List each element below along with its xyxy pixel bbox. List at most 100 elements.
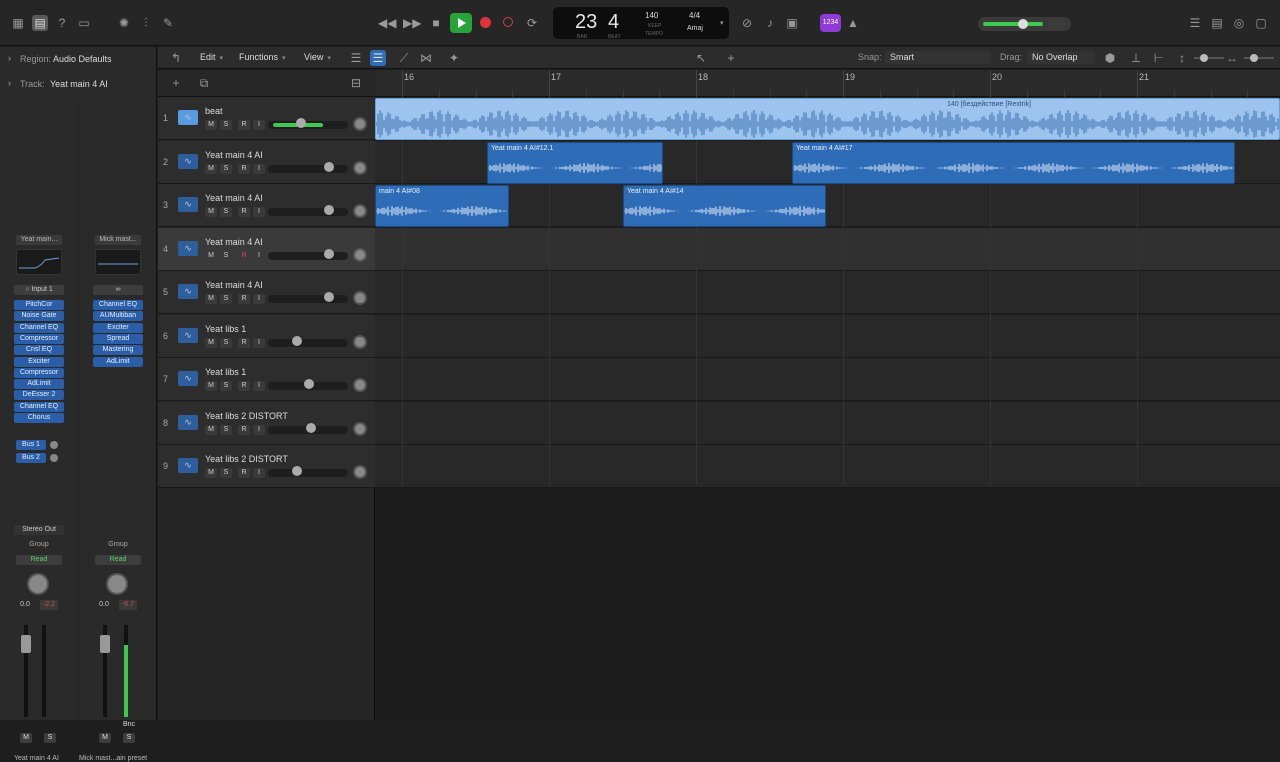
- arrange-area[interactable]: ↖ 140 [бездействие [Rextrik]Yeat main 4 …: [375, 97, 1280, 720]
- solo-button[interactable]: S: [220, 294, 232, 304]
- list-view-icon[interactable]: ☰: [348, 50, 364, 66]
- volume-fader[interactable]: [100, 635, 110, 653]
- mute-button[interactable]: M: [99, 733, 111, 743]
- waveform-icon[interactable]: ∿: [178, 414, 198, 430]
- pan-knob[interactable]: [27, 573, 49, 595]
- waveform-zoom-icon[interactable]: ⬢: [1102, 50, 1118, 66]
- audio-region[interactable]: Yeat main 4 AI#12.1: [487, 141, 663, 184]
- track-pan-knob[interactable]: [353, 247, 367, 262]
- track-header[interactable]: 9 ∿ Yeat libs 2 DISTORT M S R I: [158, 445, 375, 488]
- record-enable-button[interactable]: R: [238, 468, 250, 478]
- track-volume-slider[interactable]: [268, 251, 348, 260]
- track-volume-slider[interactable]: [268, 164, 348, 173]
- track-pan-knob[interactable]: [353, 160, 367, 175]
- track-lane[interactable]: [375, 184, 1280, 227]
- waveform-icon[interactable]: ∿: [178, 197, 198, 212]
- solo-button[interactable]: S: [220, 468, 232, 478]
- track-volume-knob[interactable]: [292, 466, 302, 476]
- waveform-icon[interactable]: ∿: [178, 240, 198, 256]
- duplicate-track-icon[interactable]: ⧉: [196, 75, 212, 91]
- track-name[interactable]: Yeat main 4 AI: [205, 150, 263, 160]
- link-slot[interactable]: ∞: [93, 285, 143, 295]
- input-monitor-button[interactable]: I: [253, 381, 265, 391]
- replace-record-icon[interactable]: [500, 15, 516, 31]
- lcd-menu-chevron-icon[interactable]: ▾: [720, 19, 724, 27]
- edit-menu[interactable]: Edit ▾: [200, 52, 223, 62]
- track-header[interactable]: 7 ∿ Yeat libs 1 MSRI: [158, 358, 375, 401]
- record-enable-button[interactable]: R: [238, 250, 250, 261]
- track-name[interactable]: Yeat libs 1: [205, 324, 246, 334]
- track-inspector-row[interactable]: › Track: Yeat main 4 AI: [0, 72, 157, 96]
- mute-button[interactable]: M: [205, 337, 217, 348]
- track-pan-knob[interactable]: [353, 465, 367, 479]
- audio-region[interactable]: main 4 AI#08: [375, 185, 509, 227]
- input-monitor-button[interactable]: I: [253, 163, 265, 174]
- global-tracks-icon[interactable]: ⊟: [348, 75, 364, 91]
- rewind-icon[interactable]: ◀◀: [378, 15, 396, 31]
- plugin-slot[interactable]: Compressor: [14, 333, 64, 344]
- track-pan-knob[interactable]: [353, 421, 367, 436]
- flex-view-icon[interactable]: ☰: [370, 50, 386, 66]
- record-enable-button[interactable]: R: [238, 294, 250, 304]
- group-slot[interactable]: Group: [95, 541, 141, 548]
- stop-icon[interactable]: ■: [428, 15, 444, 31]
- track-header[interactable]: 3 ∿ Yeat main 4 AI M S R I: [158, 184, 375, 227]
- input-monitor-button[interactable]: I: [253, 468, 265, 478]
- solo-icon[interactable]: ▣: [784, 15, 800, 31]
- track-pan-knob[interactable]: [353, 334, 367, 349]
- editors-icon[interactable]: ✎: [160, 15, 176, 31]
- track-lane[interactable]: [375, 271, 1280, 314]
- region-inspector-row[interactable]: › Region: Audio Defaults: [0, 47, 157, 71]
- track-lane[interactable]: [375, 227, 1280, 271]
- track-volume-knob[interactable]: [324, 248, 334, 259]
- horizontal-zoom-icon[interactable]: ↔: [1224, 50, 1240, 66]
- lcd-display[interactable]: 23 4 BAR BEAT 140 KEEP TEMPO 4/4 Amaj ▾: [553, 7, 729, 40]
- track-volume-slider[interactable]: [268, 295, 348, 303]
- strip-name[interactable]: Yeat main...: [16, 235, 62, 245]
- track-volume-slider[interactable]: [268, 121, 348, 129]
- input-monitor-button[interactable]: I: [253, 294, 265, 304]
- waveform-icon[interactable]: ∿: [178, 327, 198, 343]
- solo-button[interactable]: S: [123, 733, 135, 743]
- track-name[interactable]: Yeat main 4 AI: [205, 237, 263, 247]
- mute-button[interactable]: M: [205, 468, 217, 478]
- input-monitor-button[interactable]: I: [253, 207, 265, 217]
- mute-button[interactable]: M: [205, 424, 217, 435]
- plugin-slot[interactable]: Channel EQ: [14, 322, 64, 333]
- track-volume-knob[interactable]: [306, 422, 317, 433]
- track-pan-knob[interactable]: [353, 204, 367, 218]
- automation-mode[interactable]: Read: [95, 555, 141, 565]
- eq-thumbnail[interactable]: [16, 249, 62, 275]
- volume-fader[interactable]: [21, 635, 31, 653]
- automation-icon[interactable]: ⟋: [396, 50, 412, 66]
- waveform-icon[interactable]: ∿: [178, 110, 198, 125]
- pan-knob[interactable]: [106, 573, 128, 595]
- track-header[interactable]: 5 ∿ Yeat main 4 AI M S R I: [158, 271, 375, 314]
- master-volume-knob[interactable]: [1018, 19, 1028, 29]
- input-slot[interactable]: ○ Input 1: [14, 285, 64, 295]
- library-icon[interactable]: ▦: [10, 15, 26, 31]
- track-name[interactable]: Yeat main 4 AI: [205, 280, 263, 290]
- mute-button[interactable]: M: [205, 294, 217, 304]
- eq-thumbnail[interactable]: [95, 249, 141, 275]
- track-volume-knob[interactable]: [304, 379, 314, 389]
- loop-browser-icon[interactable]: ◎: [1231, 15, 1247, 31]
- track-volume-knob[interactable]: [324, 161, 334, 172]
- pointer-tool-icon[interactable]: ↖: [693, 50, 709, 66]
- catch-icon[interactable]: ✦: [446, 50, 462, 66]
- solo-button[interactable]: S: [220, 337, 232, 348]
- view-menu[interactable]: View ▾: [304, 52, 331, 62]
- bar-ruler[interactable]: 16 17 18 19 20 21: [375, 70, 1280, 97]
- send-level-knob[interactable]: [50, 454, 58, 462]
- flex-icon[interactable]: ⋈: [418, 50, 434, 66]
- mute-button[interactable]: M: [205, 250, 217, 261]
- snap-dropdown[interactable]: Smart: [885, 51, 991, 64]
- record-enable-button[interactable]: R: [238, 163, 250, 174]
- metronome-icon[interactable]: ▲: [845, 15, 861, 31]
- waveform-icon[interactable]: ∿: [178, 458, 198, 473]
- solo-button[interactable]: S: [220, 207, 232, 217]
- mute-button[interactable]: M: [205, 207, 217, 217]
- plugin-slot[interactable]: Spread: [93, 333, 143, 344]
- record-button[interactable]: [480, 17, 491, 28]
- record-enable-button[interactable]: R: [238, 207, 250, 217]
